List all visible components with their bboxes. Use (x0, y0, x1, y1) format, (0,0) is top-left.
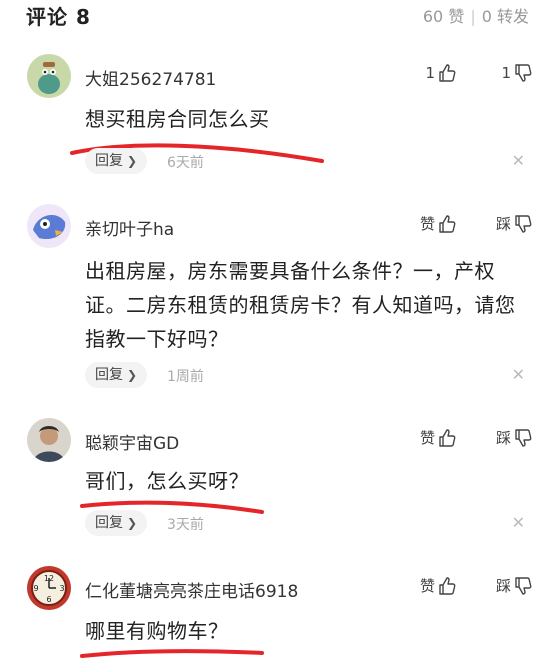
chevron-right-icon: ❯ (127, 368, 138, 382)
comments-header: 评论 8 60 赞 | 0 转发 (0, 0, 555, 30)
dislike-label: 踩 (495, 577, 511, 595)
like-label: 赞 (419, 429, 435, 447)
dislike-label: 踩 (495, 429, 511, 447)
dislike-button[interactable]: 踩 (496, 575, 533, 596)
svg-text:3: 3 (59, 584, 64, 593)
stats-separator: | (470, 7, 476, 26)
reply-label: 回复 (95, 367, 123, 383)
like-label: 赞 (419, 215, 435, 233)
comment-username[interactable]: 大姐256274781 (85, 65, 216, 90)
comment-time: 3天前 (167, 517, 204, 533)
reply-button[interactable]: 回复 ❯ (85, 510, 148, 536)
close-icon[interactable]: ✕ (512, 513, 525, 532)
thumbs-down-icon (515, 428, 532, 447)
thumbs-down-icon (515, 214, 532, 233)
close-icon[interactable]: ✕ (512, 151, 525, 170)
thumbs-up-icon (439, 576, 456, 595)
shares-count[interactable]: 0 转发 (482, 7, 529, 26)
like-label: 赞 (419, 577, 435, 595)
comment-meta: 回复 ❯ 1周前 (85, 362, 530, 388)
svg-text:6: 6 (46, 595, 51, 604)
thumbs-up-icon (439, 428, 456, 447)
comment-username[interactable]: 聪颖宇宙GD (85, 429, 179, 454)
avatar[interactable] (27, 204, 71, 248)
like-button[interactable]: 赞 (420, 427, 457, 448)
comments-stats: 60 赞 | 0 转发 (423, 3, 529, 27)
chevron-right-icon: ❯ (127, 516, 138, 530)
reply-button[interactable]: 回复 ❯ (85, 148, 148, 174)
close-icon[interactable]: ✕ (512, 365, 525, 384)
comment-text: 出租房屋，房东需要具备什么条件？一，产权证。二房东租赁的租赁房卡？有人知道吗，请… (85, 259, 516, 351)
comment-item: 大姐256274781 1 1 想买租房合同怎么买 回复 ❯ 6天前 ✕ (0, 54, 555, 184)
dislike-button[interactable]: 1 (501, 63, 533, 83)
comment-text: 哥们，怎么买呀？ (85, 469, 249, 493)
like-count: 1 (425, 64, 435, 82)
chevron-right-icon: ❯ (127, 154, 138, 168)
comment-item: 亲切叶子ha 赞 踩 出租房屋，房东需要具备什么条件？一，产权证。二房东租赁的租… (0, 204, 555, 394)
dislike-count: 1 (501, 64, 511, 82)
comment-time: 1周前 (167, 369, 204, 385)
dislike-label: 踩 (495, 215, 511, 233)
dislike-button[interactable]: 踩 (496, 427, 533, 448)
likes-count[interactable]: 60 赞 (423, 7, 464, 26)
comment-meta: 回复 ❯ 6天前 (85, 148, 530, 174)
comment-username[interactable]: 仁化董塘亮亮茶庄电话6918 (85, 577, 298, 602)
comment-text: 哪里有购物车？ (85, 619, 229, 643)
svg-text:9: 9 (33, 584, 38, 593)
like-button[interactable]: 赞 (420, 575, 457, 596)
thumbs-down-icon (515, 64, 532, 82)
reply-label: 回复 (95, 153, 123, 169)
avatar[interactable] (27, 418, 71, 462)
avatar[interactable]: 12 9 3 6 (27, 566, 71, 610)
comment-item: 聪颖宇宙GD 赞 踩 哥们，怎么买呀？ 回复 ❯ 3天前 ✕ (0, 418, 555, 543)
reply-label: 回复 (95, 515, 123, 531)
comment-time: 6天前 (167, 155, 204, 171)
comment-text: 想买租房合同怎么买 (85, 107, 270, 131)
thumbs-down-icon (515, 576, 532, 595)
comment-username[interactable]: 亲切叶子ha (85, 215, 174, 240)
comments-title: 评论 8 (26, 5, 91, 29)
avatar[interactable] (27, 54, 71, 98)
comment-item: 12 9 3 6 仁化董塘亮亮茶庄电话6918 赞 踩 哪里有购物车？ (0, 566, 555, 659)
comment-meta: 回复 ❯ 3天前 (85, 510, 530, 536)
thumbs-up-icon (439, 214, 456, 233)
thumbs-up-icon (439, 64, 456, 82)
like-button[interactable]: 1 (425, 63, 457, 83)
like-button[interactable]: 赞 (420, 213, 457, 234)
dislike-button[interactable]: 踩 (496, 213, 533, 234)
reply-button[interactable]: 回复 ❯ (85, 362, 148, 388)
